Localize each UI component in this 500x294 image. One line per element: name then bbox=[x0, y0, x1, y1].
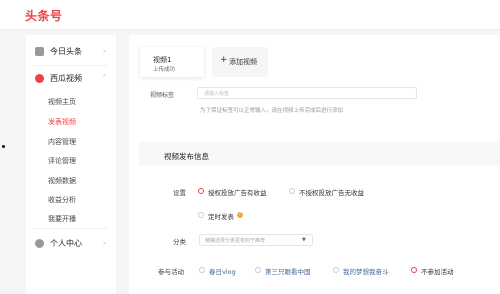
no-ad-label[interactable]: 不授权投放广告无收益 bbox=[299, 187, 364, 197]
setting-label: 设置 bbox=[173, 189, 186, 197]
activity-option[interactable]: 我的梦想我奋斗 bbox=[343, 266, 389, 276]
caret-down-icon: ▼ bbox=[302, 237, 306, 243]
category-select[interactable]: 精确选择分类更有利于推荐 ▼ bbox=[199, 234, 313, 246]
user-icon bbox=[35, 239, 44, 248]
add-video-label: 添加视频 bbox=[229, 58, 257, 66]
publish-info-title: 视频发布信息 bbox=[164, 152, 209, 161]
ad-authorize-label[interactable]: 授权投放广告有收益 bbox=[208, 187, 267, 197]
add-video-button[interactable]: + 添加视频 bbox=[212, 47, 268, 77]
scheduled-publish-label[interactable]: 定时发表 bbox=[208, 211, 234, 221]
scheduled-publish-radio[interactable] bbox=[198, 212, 204, 218]
divider bbox=[34, 228, 108, 229]
tag-input[interactable]: 请输入标签 bbox=[197, 87, 417, 99]
sidebar-section-label: 个人中心 bbox=[50, 239, 82, 248]
sidebar-section-label: 西瓜视频 bbox=[50, 74, 82, 83]
sidebar-item-video-home[interactable]: 视频主页 bbox=[48, 97, 76, 107]
chevron-down-icon: ⌄ bbox=[102, 239, 108, 246]
video-tab[interactable]: 视频1 上传成功 bbox=[140, 47, 204, 77]
sidebar-section-label: 今日头条 bbox=[50, 47, 82, 56]
sidebar-section-personal-center[interactable]: 个人中心 ⌄ bbox=[26, 232, 116, 256]
help-icon[interactable]: ? bbox=[237, 212, 243, 218]
watermelon-icon bbox=[35, 74, 44, 83]
plus-icon: + bbox=[220, 55, 228, 65]
sidebar-section-xigua[interactable]: 西瓜视频 ⌃ bbox=[26, 67, 116, 91]
top-bar: 头条号 bbox=[0, 0, 500, 30]
sidebar-item-video-data[interactable]: 视频数据 bbox=[48, 176, 76, 186]
activity-radio-selected[interactable] bbox=[411, 267, 417, 273]
tag-hint: 为了保证标签可以正常输入，请在视频上传完成后进行添加 bbox=[200, 108, 344, 114]
chevron-up-icon: ⌃ bbox=[102, 74, 108, 81]
sidebar-item-content-management[interactable]: 内容管理 bbox=[48, 137, 76, 147]
tag-field-label: 视频标签 bbox=[150, 92, 175, 99]
activity-option[interactable]: 第三只眼看中国 bbox=[265, 266, 311, 276]
activity-option[interactable]: 春日vlog bbox=[209, 266, 236, 276]
activity-option-selected[interactable]: 不参加活动 bbox=[421, 266, 454, 276]
tag-input-placeholder: 请输入标签 bbox=[204, 91, 230, 97]
video-tab-status: 上传成功 bbox=[153, 67, 176, 73]
sidebar: 今日头条 ⌄ 西瓜视频 ⌃ 视频主页 发表视频 内容管理 评论管理 视频数据 收… bbox=[26, 35, 116, 294]
divider bbox=[34, 65, 108, 66]
logo[interactable]: 头条号 bbox=[25, 7, 63, 24]
activity-radio[interactable] bbox=[199, 267, 205, 273]
activity-radio[interactable] bbox=[255, 267, 261, 273]
ad-authorize-radio[interactable] bbox=[198, 188, 204, 194]
sidebar-item-go-live[interactable]: 我要开播 bbox=[48, 214, 76, 224]
no-ad-radio[interactable] bbox=[289, 188, 295, 194]
sidebar-item-publish-video[interactable]: 发表视频 bbox=[48, 117, 76, 127]
sidebar-section-toutiao[interactable]: 今日头条 ⌄ bbox=[26, 40, 116, 64]
category-placeholder: 精确选择分类更有利于推荐 bbox=[205, 238, 266, 244]
marker-dot bbox=[2, 145, 5, 148]
chevron-down-icon: ⌄ bbox=[102, 47, 108, 54]
activity-label: 参与活动 bbox=[158, 268, 184, 276]
home-icon bbox=[35, 47, 44, 56]
sidebar-item-revenue-analysis[interactable]: 收益分析 bbox=[48, 195, 76, 205]
video-tab-name: 视频1 bbox=[153, 56, 172, 64]
activity-radio[interactable] bbox=[333, 267, 339, 273]
sidebar-item-comment-management[interactable]: 评论管理 bbox=[48, 156, 76, 166]
category-label: 分类 bbox=[173, 238, 186, 246]
